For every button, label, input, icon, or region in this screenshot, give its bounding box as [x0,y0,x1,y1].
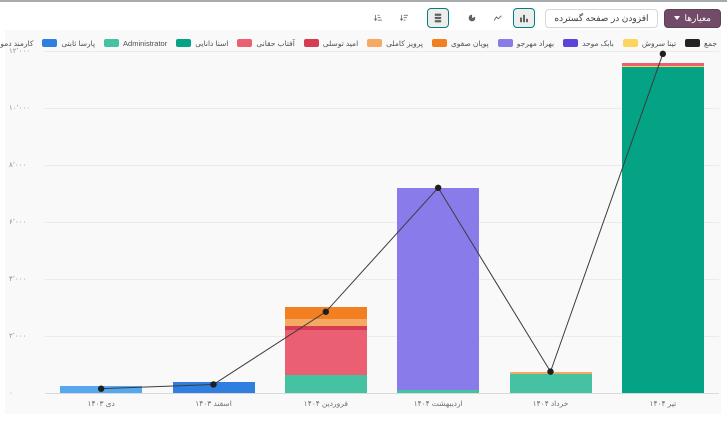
legend-item[interactable]: تینا سروش [624,39,677,48]
x-axis-labels: دی ۱۴۰۳ اسفند ۱۴۰۳ فروردین ۱۴۰۴ اردیبهشت ۱۴… [46,399,720,413]
bar-segment[interactable] [623,66,705,67]
legend-item[interactable]: پارسا ثابتی [43,39,96,48]
legend-item[interactable]: پرویز کاملی [368,39,424,48]
y-axis-tick-label: ۴٬۰۰۰ [10,275,44,283]
legend-item-swatch [499,39,514,47]
gridline [46,279,720,280]
bar-segment[interactable] [623,63,705,65]
legend-item-label: امید توسلی [324,39,359,48]
legend-item-label: اسنا دانایی [196,39,229,48]
bar-chart-icon [521,13,529,24]
legend-item-label: بابک موحد [583,39,615,48]
x-axis-category-label: خرداد ۱۴۰۴ [534,399,570,408]
legend-item-label: Administrator [124,39,168,48]
legend-item[interactable]: آفتاب حقانی [238,39,295,48]
bar-segment[interactable] [286,330,368,376]
legend-item-label: آفتاب حقانی [257,39,295,48]
graph-toolbar: معیارها افزودن در صفحه گسترده [6,6,722,30]
bar-segment[interactable] [174,382,256,393]
legend-item[interactable]: جمع [686,39,718,48]
legend-item-label: پارسا ثابتی [62,39,96,48]
legend-item-swatch [43,39,58,47]
legend-item[interactable]: امید توسلی [305,39,359,48]
pie-chart-button[interactable] [462,8,484,28]
bar-chart-button[interactable] [514,8,536,28]
bar-segment[interactable] [286,326,368,330]
legend-item-swatch [105,39,120,47]
legend-item-label: پرویز کاملی [387,39,424,48]
bar-segment[interactable] [286,307,368,318]
x-axis-category-label: اردیبهشت ۱۴۰۴ [415,399,464,408]
y-axis-tick-label: ۸٬۰۰۰ [10,161,44,169]
legend-item[interactable]: Administrator [105,39,168,48]
chart-panel: جمع تینا سروش بابک موحد بهراد مهرجو پویان صف… [6,30,722,414]
bar-segment[interactable] [286,319,368,326]
y-axis-tick-label: ۶٬۰۰۰ [10,218,44,226]
line-marker[interactable] [661,51,667,57]
gridline [46,108,720,109]
bar-segment[interactable] [623,67,705,393]
legend-item[interactable]: پویان صفوی [433,39,490,48]
insert-in-spreadsheet-label: افزودن در صفحه گسترده [555,13,649,23]
legend-item-swatch [368,39,383,47]
sort-descending-button[interactable] [394,8,416,28]
y-axis-tick-label: ۰ [10,389,44,397]
stacked-icon [435,12,443,24]
gridline [46,393,720,394]
chart-type-group [368,8,536,28]
x-axis-category-label: دی ۱۴۰۳ [88,399,115,408]
measures-button[interactable]: معیارها [665,9,722,28]
legend-item-swatch [433,39,448,47]
x-axis-category-label: اسفند ۱۴۰۳ [196,399,233,408]
measures-button-label: معیارها [686,14,712,23]
line-chart-button[interactable] [488,8,510,28]
legend-item[interactable]: اسنا دانایی [177,39,229,48]
gridline [46,51,720,52]
graph-view-screen: { "toolbar": { "measures_label": "معیاره… [0,0,728,423]
x-axis-category-label: تیر ۱۴۰۴ [650,399,677,408]
y-axis-tick-label: ۱۲٬۰۰۰ [10,47,44,55]
gridline [46,222,720,223]
bar-segment[interactable] [286,375,368,393]
bar-segment[interactable] [61,386,143,393]
legend-item-label: جمع [705,39,718,48]
legend-item[interactable]: بهراد مهرجو [499,39,555,48]
legend-item-label: تینا سروش [643,39,677,48]
legend-item-swatch [305,39,320,47]
sort-descending-icon [401,12,409,24]
legend-item-label: بهراد مهرجو [518,39,555,48]
bar-segment[interactable] [398,188,480,390]
bar-segment[interactable] [511,374,593,393]
gridline [46,336,720,337]
plot-area: ۰۲٬۰۰۰۴٬۰۰۰۶٬۰۰۰۸٬۰۰۰۱۰٬۰۰۰۱۲٬۰۰۰ [46,51,720,393]
bar-segment[interactable] [398,390,480,393]
insert-in-spreadsheet-button[interactable]: افزودن در صفحه گسترده [546,9,658,28]
gridline [46,165,720,166]
pie-chart-icon [469,12,477,24]
legend-item[interactable]: بابک موحد [564,39,615,48]
chart-legend: جمع تینا سروش بابک موحد بهراد مهرجو پویان صف… [10,36,718,50]
sort-ascending-button[interactable] [368,8,390,28]
legend-item-swatch [624,39,639,47]
y-axis-tick-label: ۲٬۰۰۰ [10,332,44,340]
sort-ascending-icon [375,12,383,24]
legend-item-swatch [686,39,701,47]
bar-segment[interactable] [511,372,593,375]
legend-item-swatch [564,39,579,47]
window-top-edge [0,0,728,2]
line-chart-icon [495,13,503,24]
legend-item-swatch [177,39,192,47]
x-axis-category-label: فروردین ۱۴۰۴ [305,399,349,408]
legend-item-swatch [238,39,253,47]
caret-down-icon [675,16,681,20]
legend-item-label: پویان صفوی [452,39,490,48]
stacked-toggle-button[interactable] [428,8,450,28]
y-axis-tick-label: ۱۰٬۰۰۰ [10,104,44,112]
